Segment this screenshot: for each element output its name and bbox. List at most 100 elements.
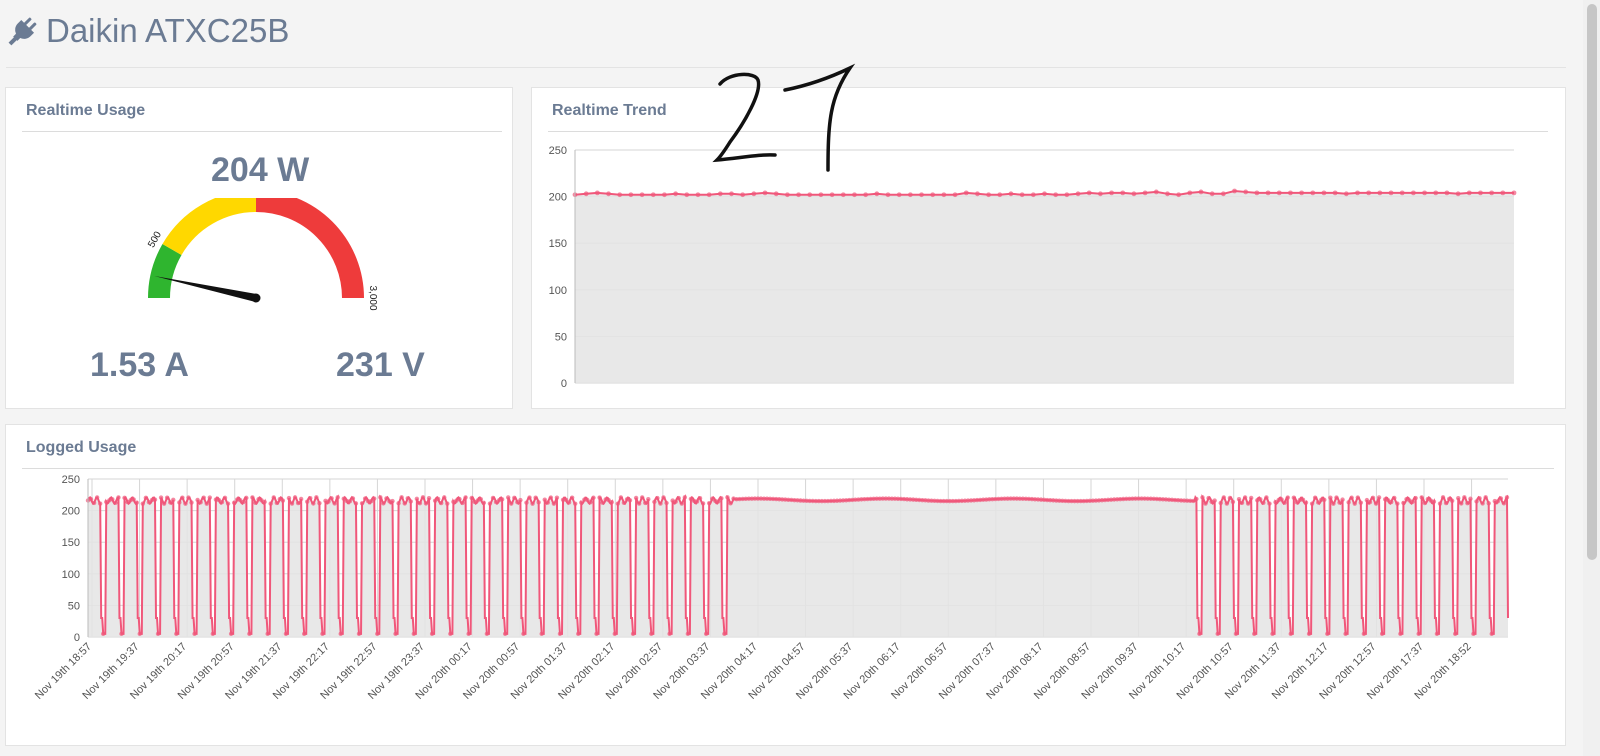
data-point xyxy=(314,495,319,500)
data-point xyxy=(885,192,891,198)
data-point xyxy=(896,192,902,198)
data-point xyxy=(1388,190,1394,196)
realtime-trend-chart: 0 50 100 150 200 250 xyxy=(549,145,1517,390)
data-point xyxy=(487,501,493,506)
data-point xyxy=(207,495,213,500)
data-point xyxy=(557,631,563,637)
data-point xyxy=(460,500,465,506)
data-point xyxy=(1165,191,1170,197)
data-point xyxy=(530,501,535,506)
data-point xyxy=(1194,496,1199,502)
data-point xyxy=(636,501,642,506)
data-point xyxy=(643,500,648,506)
data-point xyxy=(228,631,234,637)
data-point xyxy=(1370,495,1376,501)
scrollbar-thumb[interactable] xyxy=(1587,4,1597,560)
data-point xyxy=(164,495,170,500)
data-point xyxy=(1419,495,1424,500)
data-point xyxy=(694,499,700,504)
data-point xyxy=(1413,495,1418,501)
data-point xyxy=(612,631,617,637)
data-point xyxy=(627,498,633,503)
data-point xyxy=(1264,495,1269,500)
data-point xyxy=(308,495,313,501)
data-point xyxy=(1206,495,1211,501)
data-point xyxy=(295,500,301,506)
data-point xyxy=(1220,191,1226,197)
data-point xyxy=(247,631,252,637)
data-point xyxy=(292,495,298,500)
data-point xyxy=(177,500,182,505)
data-point xyxy=(420,495,426,500)
data-point xyxy=(262,499,267,505)
data-point xyxy=(1203,501,1208,506)
data-point xyxy=(174,631,179,637)
data-point xyxy=(1265,190,1271,196)
data-point xyxy=(1462,495,1467,500)
data-point xyxy=(852,192,857,198)
vertical-scrollbar[interactable] xyxy=(1583,0,1600,756)
data-point xyxy=(639,495,645,500)
data-point xyxy=(1500,190,1506,196)
data-point xyxy=(597,495,602,500)
page-header: Daikin ATXC25B xyxy=(0,0,1566,68)
data-point xyxy=(1288,631,1293,637)
data-point xyxy=(1456,496,1461,501)
data-point xyxy=(1299,190,1305,196)
data-point xyxy=(311,501,316,506)
data-point xyxy=(97,501,103,506)
data-point xyxy=(1242,495,1248,500)
data-point xyxy=(1224,501,1230,506)
data-point xyxy=(1008,191,1014,197)
data-point xyxy=(646,496,651,502)
data-point xyxy=(1459,501,1464,506)
data-point xyxy=(1444,190,1450,196)
data-point xyxy=(414,496,420,501)
data-point xyxy=(152,497,158,502)
data-point xyxy=(417,500,423,506)
data-point xyxy=(372,496,377,501)
data-point xyxy=(1416,631,1421,637)
data-point xyxy=(1249,495,1254,501)
data-point xyxy=(1366,190,1372,196)
data-point xyxy=(1243,189,1249,195)
data-point xyxy=(171,497,176,503)
data-point xyxy=(457,496,462,502)
data-point xyxy=(219,500,225,505)
data-point xyxy=(91,500,97,506)
data-point xyxy=(359,501,365,506)
data-point xyxy=(697,496,703,501)
data-point xyxy=(1395,501,1400,506)
y-tick-label: 100 xyxy=(62,569,80,581)
data-point xyxy=(639,192,645,198)
data-point xyxy=(329,496,334,501)
data-point xyxy=(628,192,634,198)
data-point xyxy=(375,631,380,637)
data-point xyxy=(1422,500,1427,506)
data-point xyxy=(1309,501,1315,506)
data-point xyxy=(143,495,149,500)
data-point xyxy=(1322,497,1327,503)
power-gauge: 5001,5003,000 xyxy=(146,198,378,311)
panel-divider xyxy=(548,131,1548,132)
data-point xyxy=(1410,190,1416,196)
data-point xyxy=(963,190,969,196)
data-point xyxy=(594,190,600,196)
data-point xyxy=(1346,500,1351,505)
data-point xyxy=(210,631,216,637)
series-area xyxy=(575,191,1514,383)
data-point xyxy=(381,501,386,506)
data-point xyxy=(673,499,678,504)
panel-divider xyxy=(22,131,502,132)
data-point xyxy=(393,631,398,637)
data-point xyxy=(652,499,657,505)
data-point xyxy=(1498,496,1504,501)
realtime-trend-panel: Realtime Trend 0 50 100 150 200 250 xyxy=(531,87,1566,409)
data-point xyxy=(784,192,790,198)
data-point xyxy=(116,495,121,500)
data-point xyxy=(198,500,203,505)
logged-usage-panel: Logged Usage 0 50 100 150 200 250 Nov 19th 18:… xyxy=(5,424,1566,746)
data-point xyxy=(499,497,505,502)
data-point xyxy=(326,499,331,504)
data-point xyxy=(286,495,292,501)
